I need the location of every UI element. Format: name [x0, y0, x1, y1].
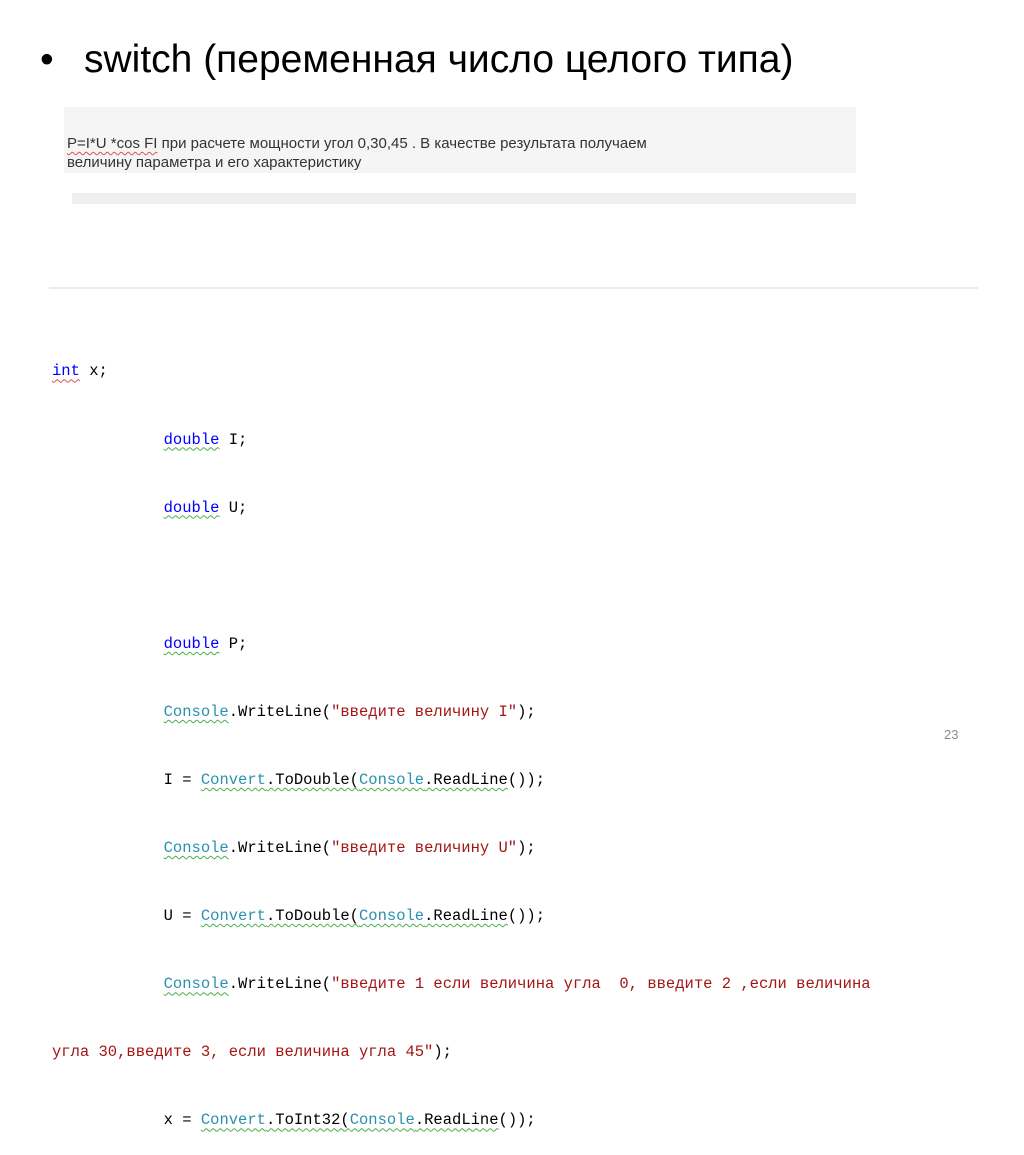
code-text: U = [163, 907, 201, 926]
description-line2: величину параметра и его характеристику [67, 154, 362, 171]
code-line: Console.WriteLine("введите 1 если величи… [52, 973, 871, 996]
code-text: .ReadLine [424, 907, 508, 926]
code-string: "введите величину U" [331, 839, 518, 858]
code-string: "введите величину I" [331, 702, 518, 721]
code-line: double P; [52, 633, 871, 656]
code-block: int x; double I; double U; double P; Con… [52, 315, 871, 1155]
divider-line [49, 287, 978, 289]
code-keyword: double [163, 430, 220, 449]
code-text: ()); [507, 907, 546, 926]
slide-title: • switch (переменная число целого типа) [40, 40, 793, 79]
code-text: .ReadLine [414, 1111, 499, 1130]
code-text: ()); [498, 1111, 536, 1130]
description-text: P=I*U *cos FI при расчете мощности угол … [67, 134, 853, 172]
code-text: .ToInt32( [265, 1111, 350, 1130]
code-type: Console [163, 702, 229, 721]
code-keyword: double [163, 634, 220, 653]
code-text: P; [219, 634, 248, 653]
code-line: double I; [52, 429, 871, 452]
page-number: 23 [944, 727, 959, 742]
code-line: I = Convert.ToDouble(Console.ReadLine())… [52, 769, 871, 792]
code-type: Console [163, 975, 229, 994]
formula-text: P=I*U *cos FI [67, 135, 158, 152]
code-text: .WriteLine( [228, 839, 332, 858]
code-text: ); [517, 702, 536, 721]
code-string: "введите 1 если величина угла 0, введите… [331, 975, 871, 994]
code-keyword: double [163, 498, 220, 517]
title-text: switch (переменная число целого типа) [84, 38, 794, 81]
code-text: x = [163, 1111, 201, 1130]
code-line: угла 30,введите 3, если величина угла 45… [52, 1041, 871, 1064]
code-line: Console.WriteLine("введите величину U"); [52, 837, 871, 860]
code-line: int x; [52, 360, 871, 383]
code-text: .ToDouble( [265, 770, 359, 789]
code-text: .WriteLine( [228, 702, 332, 721]
code-line: U = Convert.ToDouble(Console.ReadLine())… [52, 905, 871, 928]
code-string: угла 30,введите 3, если величина угла 45… [52, 1043, 434, 1062]
code-type: Convert [200, 907, 266, 926]
description-strip [72, 193, 856, 204]
bullet-icon: • [40, 38, 54, 81]
code-type: Convert [200, 770, 266, 789]
description-line1-rest: при расчете мощности угол 0,30,45 . В ка… [157, 135, 647, 152]
code-text: .ToDouble( [265, 907, 359, 926]
code-keyword: int [52, 362, 80, 381]
code-text: ); [517, 839, 536, 858]
code-text: ()); [507, 770, 546, 789]
code-text: I; [219, 430, 248, 449]
code-type: Console [163, 839, 229, 858]
code-text: .WriteLine( [228, 975, 332, 994]
code-type: Convert [200, 1111, 266, 1130]
code-line: Console.WriteLine("введите величину I"); [52, 701, 871, 724]
code-type: Console [358, 770, 425, 789]
code-line: x = Convert.ToInt32(Console.ReadLine()); [52, 1109, 871, 1132]
code-line: double U; [52, 497, 871, 520]
code-text: ); [433, 1043, 452, 1062]
code-type: Console [349, 1111, 415, 1130]
code-text: x; [79, 362, 108, 381]
code-text: U; [219, 498, 248, 517]
code-text: I = [163, 770, 201, 789]
code-text: .ReadLine [424, 770, 508, 789]
code-type: Console [358, 907, 425, 926]
